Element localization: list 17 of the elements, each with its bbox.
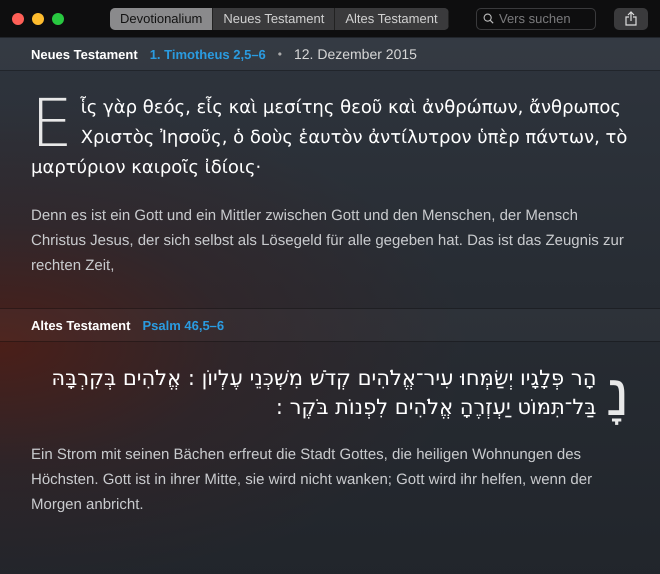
share-button[interactable] [614, 8, 648, 30]
reference-link[interactable]: Psalm 46,5–6 [142, 318, 224, 332]
search-input[interactable]: Vers suchen [499, 11, 589, 26]
testament-label: Altes Testament [31, 318, 130, 332]
zoom-button[interactable] [52, 12, 64, 24]
share-icon [625, 11, 637, 26]
close-button[interactable] [12, 12, 24, 24]
reference-link[interactable]: 1. Timotheus 2,5–6 [150, 46, 266, 62]
search-icon [483, 12, 494, 25]
tab[interactable]: Devotionalium [110, 8, 214, 30]
minimize-button[interactable] [32, 12, 44, 24]
translation-text: Denn es ist ein Gott und ein Mittler zwischen Gott und den Menschen, der Mensch Christus Jesus, der sich selbst als Lösegeld für alle gegeben hat. Das ist das Zeugnis zur rechten Zeit, [31, 206, 625, 276]
testament-label: Neues Testament [31, 46, 138, 62]
date-label: 12. Dezember 2015 [294, 46, 417, 62]
separator-dot: • [278, 47, 282, 61]
search-field[interactable]: Vers suchen [476, 8, 596, 30]
translation-text: Ein Strom mit seinen Bächen erfreut die Stadt Gottes, die heiligen Wohnungen des Höchsten. Gott ist in ihrer Mitte, sie wird nicht wanken; Gott wird ihr helfen, wenn der Morgen anbricht. [31, 445, 594, 515]
